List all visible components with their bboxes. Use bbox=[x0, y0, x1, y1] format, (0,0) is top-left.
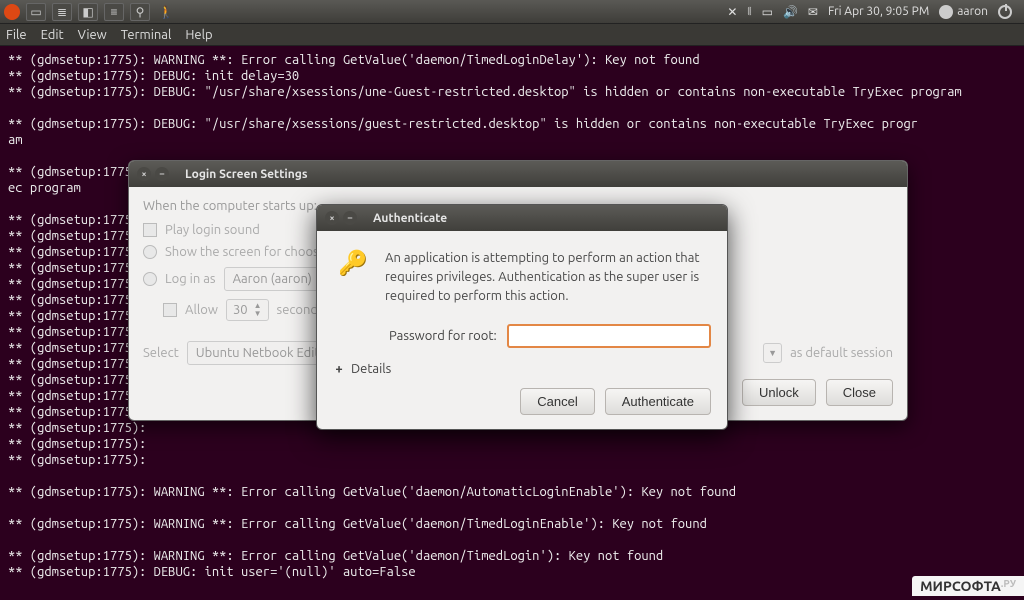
close-button[interactable]: Close bbox=[826, 379, 893, 406]
terminal-menubar: File Edit View Terminal Help bbox=[0, 24, 1024, 46]
minimize-window-icon[interactable]: – bbox=[155, 167, 169, 181]
password-input[interactable] bbox=[507, 324, 711, 348]
auth-window-controls: × – bbox=[325, 211, 357, 225]
authenticate-dialog: × – Authenticate 🔑 An application is att… bbox=[316, 204, 728, 430]
menu-file[interactable]: File bbox=[6, 28, 27, 42]
allow-label: Allow bbox=[185, 303, 218, 317]
auth-close-window-icon[interactable]: × bbox=[325, 211, 339, 225]
auth-dialog-titlebar[interactable]: × – Authenticate bbox=[317, 205, 727, 231]
allow-checkbox[interactable] bbox=[163, 303, 177, 317]
allow-spinner[interactable]: 30 ▲▼ bbox=[226, 299, 269, 321]
watermark-suffix: .РУ bbox=[1001, 578, 1016, 589]
login-as-radio[interactable] bbox=[143, 272, 157, 286]
cancel-button[interactable]: Cancel bbox=[520, 388, 594, 415]
session-suffix: as default session bbox=[790, 346, 893, 360]
user-name: aaron bbox=[957, 5, 988, 18]
window-controls: × – bbox=[137, 167, 169, 181]
menu-help[interactable]: Help bbox=[185, 28, 212, 42]
mail-icon[interactable]: ✉ bbox=[808, 5, 818, 19]
watermark: МИРСОФТА.РУ bbox=[912, 576, 1024, 596]
select-label: Select bbox=[143, 346, 179, 360]
authenticate-button[interactable]: Authenticate bbox=[605, 388, 711, 415]
user-indicator[interactable]: aaron bbox=[939, 5, 988, 19]
auth-minimize-window-icon[interactable]: – bbox=[343, 211, 357, 225]
app-icon-5[interactable]: ⚲ bbox=[130, 3, 150, 21]
watermark-text: МИРСОФТА bbox=[920, 578, 1001, 594]
wifi-icon[interactable]: ⧛ bbox=[747, 5, 751, 19]
user-combo-value: Aaron (aaron) bbox=[233, 272, 312, 286]
menu-terminal[interactable]: Terminal bbox=[121, 28, 172, 42]
details-expander[interactable]: + Details bbox=[333, 362, 711, 376]
plus-icon: + bbox=[333, 363, 345, 375]
battery-icon[interactable]: ▭ bbox=[762, 5, 773, 19]
password-label: Password for root: bbox=[389, 329, 497, 343]
play-sound-checkbox[interactable] bbox=[143, 223, 157, 237]
unlock-button[interactable]: Unlock bbox=[742, 379, 816, 406]
play-sound-label: Play login sound bbox=[165, 223, 260, 237]
auth-dialog-title: Authenticate bbox=[373, 212, 447, 225]
chevron-down-icon: ▼ bbox=[768, 348, 777, 358]
session-combo-right[interactable]: ▼ bbox=[763, 343, 782, 363]
user-combo[interactable]: Aaron (aaron) bbox=[224, 267, 321, 291]
login-as-label: Log in as bbox=[165, 272, 216, 286]
app-icon-1[interactable]: ▭ bbox=[26, 3, 46, 21]
close-window-icon[interactable]: × bbox=[137, 167, 151, 181]
spinner-arrows-icon[interactable]: ▲▼ bbox=[254, 302, 262, 318]
ubuntu-logo-icon[interactable] bbox=[4, 4, 20, 20]
volume-icon[interactable]: 🔊 bbox=[783, 5, 798, 19]
app-icon-3[interactable]: ◧ bbox=[78, 3, 98, 21]
panel-left: ▭ ≣ ◧ ≡ ⚲ 🚶 bbox=[4, 3, 176, 21]
indicator-icon[interactable]: ✕ bbox=[727, 5, 737, 19]
app-icon-4[interactable]: ≡ bbox=[104, 3, 124, 21]
show-screen-radio[interactable] bbox=[143, 245, 157, 259]
details-label: Details bbox=[351, 362, 391, 376]
power-icon[interactable] bbox=[998, 5, 1012, 19]
panel-right: ✕ ⧛ ▭ 🔊 ✉ Fri Apr 30, 9:05 PM aaron bbox=[727, 5, 1020, 19]
menu-edit[interactable]: Edit bbox=[41, 28, 64, 42]
clock[interactable]: Fri Apr 30, 9:05 PM bbox=[828, 5, 929, 18]
app-icon-6[interactable]: 🚶 bbox=[156, 3, 176, 21]
login-dialog-titlebar[interactable]: × – Login Screen Settings bbox=[129, 161, 907, 187]
app-icon-2[interactable]: ≣ bbox=[52, 3, 72, 21]
menu-view[interactable]: View bbox=[78, 28, 107, 42]
login-dialog-title: Login Screen Settings bbox=[185, 168, 308, 181]
top-panel: ▭ ≣ ◧ ≡ ⚲ 🚶 ✕ ⧛ ▭ 🔊 ✉ Fri Apr 30, 9:05 P… bbox=[0, 0, 1024, 24]
keys-icon: 🔑 bbox=[333, 249, 373, 306]
allow-value: 30 bbox=[233, 303, 248, 317]
auth-message: An application is attempting to perform … bbox=[385, 249, 711, 306]
